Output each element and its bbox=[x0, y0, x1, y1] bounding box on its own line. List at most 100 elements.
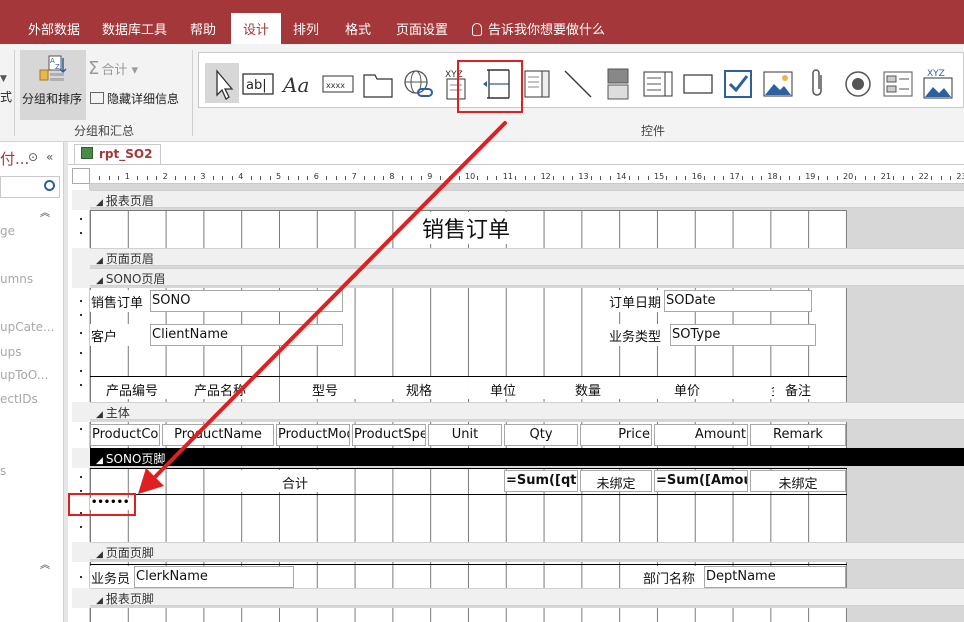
nav-item[interactable]: ectIDs bbox=[0, 392, 38, 406]
column-header-label[interactable]: 型号 bbox=[280, 377, 370, 399]
nav-pane-title[interactable]: 付... bbox=[0, 148, 29, 169]
ribbon-left-edge-label[interactable]: 式 bbox=[0, 88, 12, 105]
option-group-icon[interactable] bbox=[881, 67, 915, 101]
button-control-icon[interactable]: xxxx bbox=[321, 67, 355, 101]
nav-item[interactable]: umns bbox=[0, 272, 33, 286]
footer-top-line[interactable] bbox=[90, 468, 847, 469]
unbound-textbox-1[interactable]: 未绑定 bbox=[580, 470, 652, 492]
select-pointer-icon[interactable] bbox=[205, 63, 239, 103]
detail-field-textbox[interactable]: ProductModel bbox=[276, 424, 350, 446]
column-header-label[interactable]: 产品编号 bbox=[98, 377, 166, 399]
order-date-label[interactable]: 订单日期 bbox=[608, 290, 664, 312]
detail-field-textbox[interactable]: ProductName bbox=[162, 424, 274, 446]
hyperlink-icon[interactable] bbox=[401, 67, 435, 101]
detail-band[interactable]: ProductCodeProductNameProductModelProduc… bbox=[90, 422, 847, 448]
tab-format[interactable]: 格式 bbox=[333, 13, 383, 44]
check-box-icon[interactable] bbox=[721, 67, 755, 101]
column-header-label[interactable]: 数量 bbox=[540, 377, 636, 399]
clientname-textbox[interactable]: ClientName bbox=[150, 324, 343, 346]
group-footer-band[interactable]: 合计 =Sum([qty]) 未绑定 =Sum([Amount]) 未绑定 ••… bbox=[90, 468, 847, 542]
detail-field-textbox[interactable]: Amount bbox=[654, 424, 748, 446]
section-bar-page-header[interactable]: ◢ 页面页眉 bbox=[90, 248, 964, 266]
tab-control-icon[interactable] bbox=[361, 67, 395, 101]
tab-arrange[interactable]: 排列 bbox=[281, 13, 331, 44]
line-control-icon[interactable] bbox=[561, 67, 595, 101]
tab-external-data[interactable]: 外部数据 bbox=[16, 13, 92, 44]
sotype-textbox[interactable]: SOType bbox=[670, 324, 816, 346]
nav-item[interactable]: upCate... bbox=[0, 320, 55, 334]
deptname-textbox[interactable]: DeptName bbox=[704, 566, 846, 588]
chevron-down-icon[interactable]: ▼ bbox=[0, 74, 7, 84]
column-header-label[interactable]: 备注 bbox=[774, 377, 822, 399]
hide-details-button[interactable]: 隐藏详细信息 bbox=[90, 90, 179, 107]
detail-field-textbox[interactable]: Unit bbox=[428, 424, 502, 446]
order-no-label[interactable]: 销售订单 bbox=[90, 290, 148, 312]
sum-qty-textbox[interactable]: =Sum([qty]) bbox=[504, 470, 578, 492]
section-bar-group-footer[interactable]: ◢ SONO页脚 bbox=[90, 448, 964, 466]
list-box-icon[interactable] bbox=[641, 67, 675, 101]
column-header-label[interactable]: 规格 bbox=[372, 377, 466, 399]
column-header-label[interactable]: 产品名称 bbox=[162, 377, 278, 399]
detail-field-textbox[interactable]: Qty bbox=[504, 424, 578, 446]
unbound-textbox-2[interactable]: 未绑定 bbox=[750, 470, 846, 492]
nav-menu-chevron-icon[interactable]: ⊙ bbox=[28, 150, 38, 164]
label-control-icon[interactable]: Aa bbox=[281, 67, 315, 101]
option-button-icon[interactable] bbox=[841, 67, 875, 101]
horizontal-ruler[interactable]: 1234567891011121314151617181920212223 bbox=[90, 168, 964, 184]
nav-item[interactable]: upToO... bbox=[0, 368, 48, 382]
column-header-label[interactable]: 单价 bbox=[638, 377, 736, 399]
page-footer-line[interactable] bbox=[90, 564, 847, 565]
nav-item[interactable]: s bbox=[0, 464, 6, 478]
section-bar-group-header[interactable]: ◢ SONO页眉 bbox=[90, 268, 964, 286]
section-bar-report-footer[interactable]: ◢ 报表页脚 bbox=[90, 588, 964, 606]
tab-help[interactable]: 帮助 bbox=[178, 13, 228, 44]
chart-control-icon[interactable]: XYZ bbox=[921, 67, 955, 101]
column-header-label[interactable]: 单位 bbox=[468, 377, 538, 399]
tab-database-tools[interactable]: 数据库工具 bbox=[90, 13, 179, 44]
report-footer-band[interactable] bbox=[90, 608, 847, 622]
chevron-up-icon[interactable]: ︽ bbox=[40, 204, 50, 219]
detail-field-textbox[interactable]: Remark bbox=[750, 424, 846, 446]
business-type-label[interactable]: 业务类型 bbox=[608, 324, 668, 346]
tab-page-setup[interactable]: 页面设置 bbox=[384, 13, 460, 44]
clerkname-textbox[interactable]: ClerkName bbox=[134, 566, 294, 588]
toggle-button-icon[interactable] bbox=[601, 67, 635, 101]
sum-amount-textbox[interactable]: =Sum([Amount]) bbox=[654, 470, 748, 492]
tab-design[interactable]: 设计 bbox=[231, 13, 282, 44]
report-selector[interactable] bbox=[72, 168, 90, 184]
nav-item[interactable]: ge bbox=[0, 224, 15, 238]
report-icon bbox=[81, 147, 93, 159]
chevron-up-icon[interactable]: ︽ bbox=[40, 556, 50, 571]
group-and-sort-button[interactable]: A Z 分组和排序 bbox=[20, 50, 86, 120]
totals-button[interactable]: Σ 合计 ▾ bbox=[88, 58, 138, 79]
detail-field-textbox[interactable]: ProductCode bbox=[90, 424, 160, 446]
tab-rpt-so2[interactable]: rpt_SO2 bbox=[74, 144, 162, 165]
combo-box-icon[interactable] bbox=[521, 67, 555, 101]
collapse-pane-icon[interactable]: « bbox=[46, 150, 53, 164]
clerk-label[interactable]: 业务员 bbox=[90, 566, 132, 588]
section-bar-detail[interactable]: ◢ 主体 bbox=[90, 402, 964, 420]
section-bar-report-header[interactable]: ◢ 报表页眉 bbox=[90, 190, 964, 208]
page-footer-band[interactable]: 业务员 ClerkName 部门名称 DeptName bbox=[90, 562, 847, 588]
attachment-icon[interactable] bbox=[801, 67, 835, 101]
nav-search-input[interactable] bbox=[0, 176, 60, 198]
sono-textbox[interactable]: SONO bbox=[150, 290, 343, 312]
sodate-textbox[interactable]: SODate bbox=[664, 290, 812, 312]
client-label[interactable]: 客户 bbox=[90, 324, 148, 346]
rectangle-control-icon[interactable] bbox=[681, 67, 715, 101]
report-header-band[interactable]: 销售订单 bbox=[90, 210, 847, 248]
tell-me-box[interactable]: 告诉我你想要做什么 bbox=[472, 19, 605, 38]
image-control-icon[interactable] bbox=[761, 67, 795, 101]
group-header-band[interactable]: 销售订单 SONO 订单日期 SODate 客户 ClientName 业务类型… bbox=[90, 288, 847, 402]
detail-field-textbox[interactable]: Price bbox=[580, 424, 652, 446]
report-title[interactable]: 销售订单 bbox=[418, 212, 515, 244]
detail-field-textbox[interactable]: ProductSpec bbox=[352, 424, 426, 446]
textbox-control-icon[interactable]: ab| bbox=[241, 67, 275, 101]
vertical-ruler[interactable] bbox=[72, 184, 90, 622]
total-label[interactable]: 合计 bbox=[240, 470, 350, 492]
section-bar-page-footer[interactable]: ◢ 页面页脚 bbox=[90, 542, 964, 560]
ruler-number: 4 bbox=[238, 172, 244, 181]
nav-item[interactable]: ups bbox=[0, 345, 21, 359]
footer-bottom-line[interactable] bbox=[90, 494, 847, 495]
dept-label[interactable]: 部门名称 bbox=[642, 566, 700, 588]
